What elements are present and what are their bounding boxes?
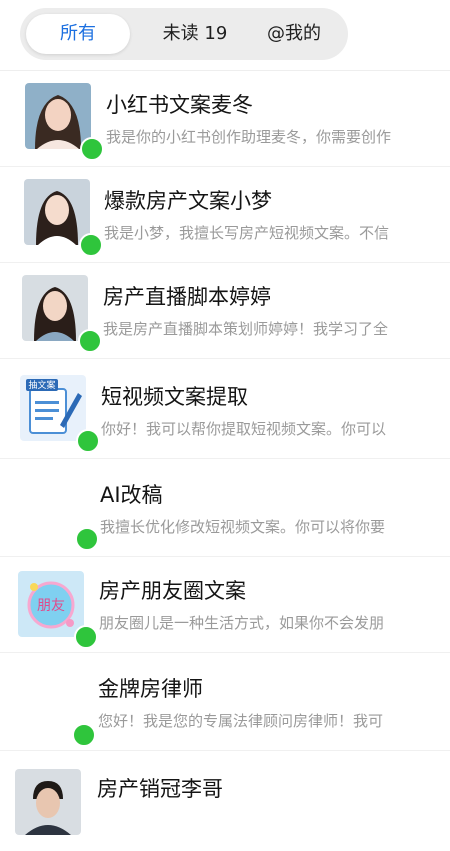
chat-row-xiaoguan-lige[interactable]: 房产销冠李哥 xyxy=(0,755,450,851)
chat-name: 房产直播脚本婷婷 xyxy=(103,285,271,309)
chat-preview: 我是房产直播脚本策划师婷婷！我学习了全 xyxy=(103,320,389,338)
chat-row-pengyouquan[interactable]: 朋友 房产朋友圈文案 朋友圈儿是一种生活方式，如果你不会发朋 xyxy=(0,557,450,653)
chat-row-zhibo-tingting[interactable]: 房产直播脚本婷婷 我是房产直播脚本策划师婷婷！我学习了全 xyxy=(0,263,450,359)
chat-name: AI改稿 xyxy=(100,483,163,507)
document-pen-icon: 抽文案 xyxy=(20,375,86,441)
chat-name: 爆款房产文案小梦 xyxy=(104,189,272,213)
tab-unread[interactable]: 未读 19 xyxy=(140,14,250,54)
chat-row-ai-revise[interactable]: AI改稿 我擅长优化修改短视频文案。你可以将你要 xyxy=(0,461,450,557)
online-status-icon xyxy=(74,625,98,649)
chat-name: 房产销冠李哥 xyxy=(97,777,223,801)
chat-preview: 朋友圈儿是一种生活方式，如果你不会发朋 xyxy=(99,614,385,632)
online-status-icon xyxy=(80,137,104,161)
chat-row-lawyer[interactable]: 金牌房律师 您好！我是您的专属法律顾问房律师！我可 xyxy=(0,655,450,751)
woman-portrait-icon xyxy=(24,179,90,245)
online-status-icon xyxy=(76,429,100,453)
online-status-icon xyxy=(79,233,103,257)
chat-preview: 您好！我是您的专属法律顾问房律师！我可 xyxy=(98,712,384,730)
online-status-icon xyxy=(72,723,96,747)
chat-row-video-extract[interactable]: 抽文案 短视频文案提取 你好！我可以帮你提取短视频文案。你可以 xyxy=(0,363,450,459)
chat-name: 短视频文案提取 xyxy=(101,385,248,409)
chat-preview: 我擅长优化修改短视频文案。你可以将你要 xyxy=(100,518,386,536)
woman-portrait-icon xyxy=(22,275,88,341)
tab-mentions[interactable]: @我的 xyxy=(250,14,338,54)
online-status-icon xyxy=(75,527,99,551)
tab-all[interactable]: 所有 xyxy=(26,14,130,54)
chat-name: 金牌房律师 xyxy=(98,677,203,701)
woman-portrait-icon xyxy=(25,83,91,149)
chat-row-fangchan-xiaomeng[interactable]: 爆款房产文案小梦 我是小梦，我擅长写房产短视频文案。不信 xyxy=(0,167,450,263)
filter-tabs: 所有 未读 19 @我的 xyxy=(20,8,348,60)
friends-badge-icon: 朋友 xyxy=(18,571,84,637)
chat-row-xiaohongshu[interactable]: 小红书文案麦冬 我是你的小红书创作助理麦冬，你需要创作 xyxy=(0,71,450,167)
man-portrait-icon xyxy=(15,769,81,835)
online-status-icon xyxy=(78,329,102,353)
chat-name: 房产朋友圈文案 xyxy=(99,579,246,603)
chat-preview: 我是你的小红书创作助理麦冬，你需要创作 xyxy=(106,128,392,146)
chat-preview: 我是小梦，我擅长写房产短视频文案。不信 xyxy=(104,224,390,242)
chat-name: 小红书文案麦冬 xyxy=(106,93,253,117)
avatar-label: 朋友 xyxy=(37,598,65,614)
chat-preview: 你好！我可以帮你提取短视频文案。你可以 xyxy=(101,420,387,438)
avatar-label: 抽文案 xyxy=(28,379,55,391)
